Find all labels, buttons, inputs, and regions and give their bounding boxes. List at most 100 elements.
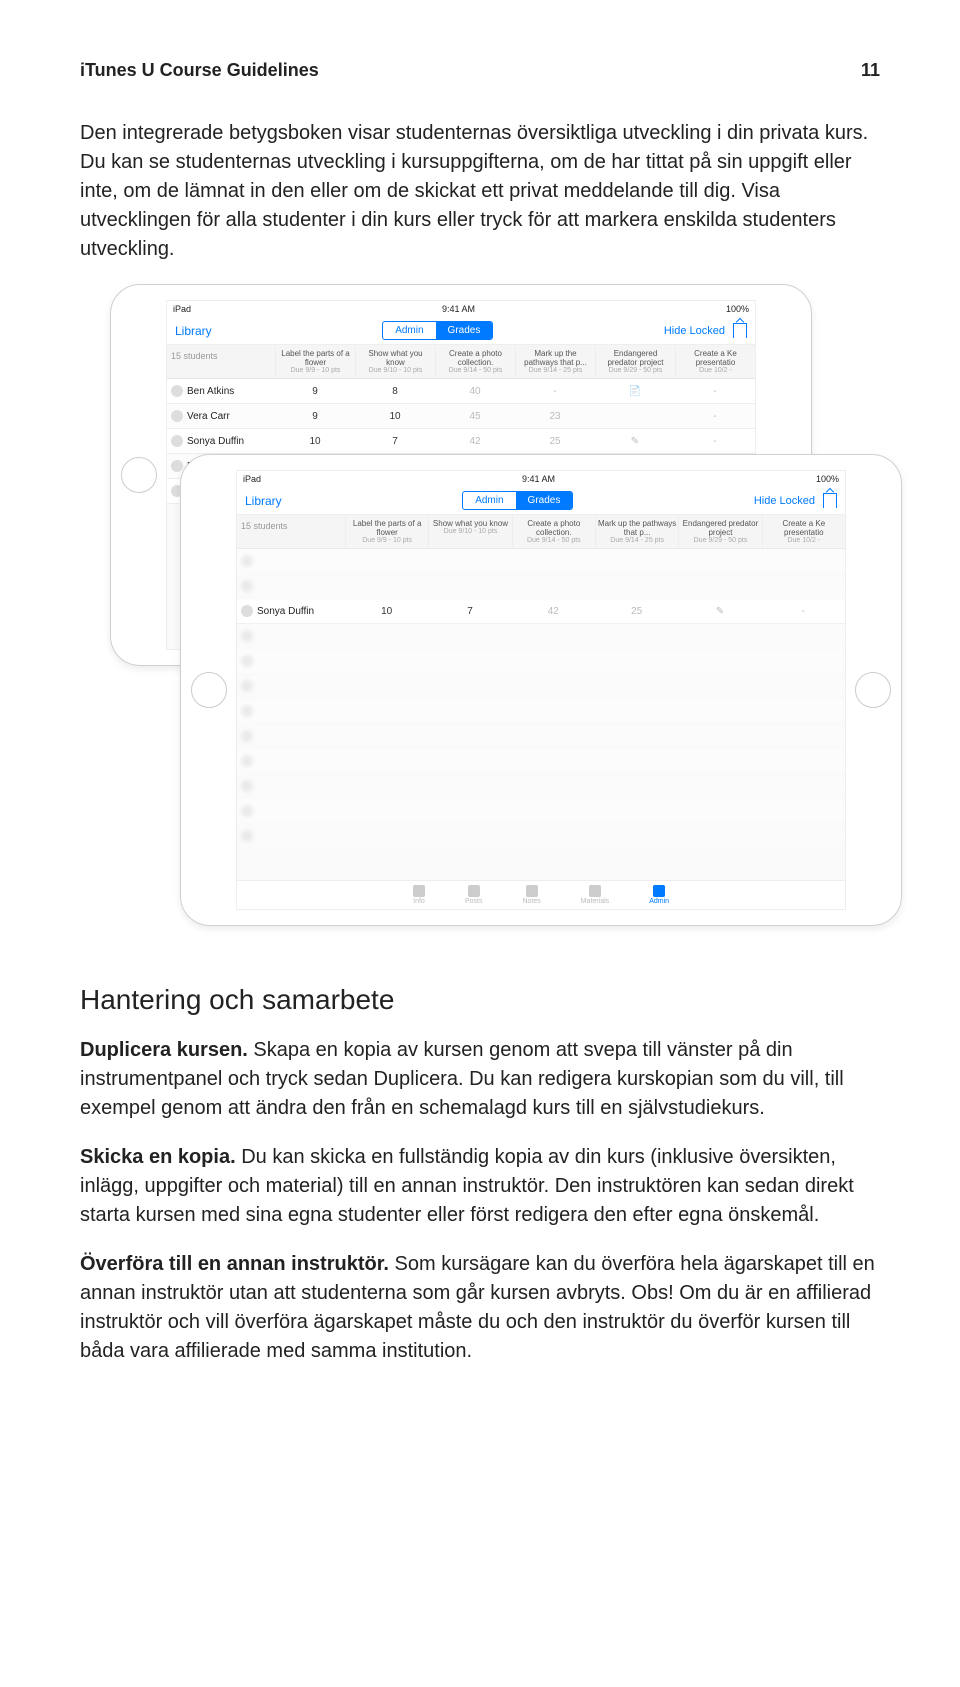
grade-cell: ✎ bbox=[595, 430, 675, 453]
grade-cell bbox=[512, 655, 595, 667]
grade-cell: 8 bbox=[355, 380, 435, 403]
grade-cell bbox=[345, 580, 428, 592]
seg-admin[interactable]: Admin bbox=[383, 322, 435, 339]
grade-cell: 10 bbox=[345, 600, 428, 623]
share-icon[interactable] bbox=[733, 323, 747, 338]
lead-transfer: Överföra till en annan instruktör. bbox=[80, 1253, 389, 1275]
grade-cell bbox=[512, 730, 595, 742]
page-number: 11 bbox=[861, 60, 880, 81]
grade-cell: 45 bbox=[435, 405, 515, 428]
grade-cell bbox=[345, 705, 428, 717]
grade-cell bbox=[428, 780, 511, 792]
grade-cell bbox=[595, 410, 675, 422]
grade-cell: - bbox=[675, 430, 755, 453]
table-row[interactable]: Sonya Duffin1074225✎- bbox=[237, 599, 845, 624]
section-heading: Hantering och samarbete bbox=[80, 984, 880, 1016]
grid-header: 15 students Label the parts of a flowerD… bbox=[237, 515, 845, 549]
grade-cell bbox=[512, 830, 595, 842]
grade-cell bbox=[678, 730, 761, 742]
grade-cell bbox=[762, 580, 845, 592]
table-row[interactable]: Vera Carr9104523- bbox=[167, 404, 755, 429]
avatar bbox=[171, 385, 183, 397]
grade-cell bbox=[428, 555, 511, 567]
grade-cell bbox=[678, 580, 761, 592]
grade-cell bbox=[595, 580, 678, 592]
table-row[interactable]: Ben Atkins9840-📄- bbox=[167, 379, 755, 404]
table-row[interactable] bbox=[237, 674, 845, 699]
tab-notes[interactable]: Notes bbox=[522, 885, 540, 905]
seg-grades[interactable]: Grades bbox=[436, 322, 493, 339]
library-link[interactable]: Library bbox=[245, 494, 282, 508]
grade-cell bbox=[762, 805, 845, 817]
grade-cell bbox=[345, 780, 428, 792]
segmented-control[interactable]: Admin Grades bbox=[382, 321, 493, 340]
grade-cell bbox=[345, 755, 428, 767]
grade-cell: 9 bbox=[275, 380, 355, 403]
table-row[interactable] bbox=[237, 824, 845, 849]
avatar bbox=[241, 755, 253, 767]
library-link[interactable]: Library bbox=[175, 324, 212, 338]
table-row[interactable] bbox=[237, 799, 845, 824]
student-name: Sonya Duffin bbox=[257, 606, 314, 617]
table-row[interactable] bbox=[237, 724, 845, 749]
table-row[interactable]: Sonya Duffin1074225✎- bbox=[167, 429, 755, 454]
segmented-control[interactable]: Admin Grades bbox=[462, 491, 573, 510]
grade-cell: 25 bbox=[595, 600, 678, 623]
grade-cell bbox=[762, 730, 845, 742]
grade-cell bbox=[595, 755, 678, 767]
grade-cell bbox=[678, 705, 761, 717]
grade-cell bbox=[345, 730, 428, 742]
grade-cell: 📄 bbox=[595, 380, 675, 403]
grade-cell bbox=[762, 755, 845, 767]
tab-info[interactable]: Info bbox=[413, 885, 425, 905]
hide-locked[interactable]: Hide Locked bbox=[664, 325, 725, 337]
paragraph-duplicate: Duplicera kursen. Skapa en kopia av kurs… bbox=[80, 1036, 880, 1123]
grade-cell bbox=[678, 805, 761, 817]
home-button[interactable] bbox=[855, 672, 891, 708]
grade-cell bbox=[428, 680, 511, 692]
grade-cell bbox=[345, 805, 428, 817]
table-row[interactable] bbox=[237, 774, 845, 799]
grade-cell: 42 bbox=[512, 600, 595, 623]
grade-cell bbox=[512, 755, 595, 767]
grade-cell: 40 bbox=[435, 380, 515, 403]
paragraph-send: Skicka en kopia. Du kan skicka en fullst… bbox=[80, 1143, 880, 1230]
doc-title: iTunes U Course Guidelines bbox=[80, 60, 319, 81]
table-row[interactable] bbox=[237, 649, 845, 674]
avatar bbox=[241, 830, 253, 842]
table-row[interactable] bbox=[237, 624, 845, 649]
camera-dot bbox=[191, 672, 227, 708]
student-name: Vera Carr bbox=[187, 411, 230, 422]
grid-header: 15 students Label the parts of a flowerD… bbox=[167, 345, 755, 379]
grade-cell bbox=[595, 805, 678, 817]
grade-cell bbox=[595, 780, 678, 792]
table-row[interactable] bbox=[237, 749, 845, 774]
hide-locked[interactable]: Hide Locked bbox=[754, 495, 815, 507]
avatar bbox=[241, 705, 253, 717]
avatar bbox=[241, 630, 253, 642]
grade-cell bbox=[762, 655, 845, 667]
grade-cell bbox=[595, 680, 678, 692]
status-bar: iPad 9:41 AM 100% bbox=[237, 471, 845, 487]
table-row[interactable] bbox=[237, 549, 845, 574]
grade-cell: 10 bbox=[275, 430, 355, 453]
bottom-toolbar: Info Posts Notes Materials Admin bbox=[237, 880, 845, 909]
grade-cell bbox=[512, 580, 595, 592]
grade-cell bbox=[345, 830, 428, 842]
grade-cell bbox=[762, 830, 845, 842]
grade-cell bbox=[762, 555, 845, 567]
avatar bbox=[241, 680, 253, 692]
tab-posts[interactable]: Posts bbox=[465, 885, 483, 905]
grade-cell: - bbox=[675, 405, 755, 428]
grade-cell bbox=[345, 630, 428, 642]
grade-cell: 23 bbox=[515, 405, 595, 428]
status-batt: 100% bbox=[726, 304, 749, 314]
share-icon[interactable] bbox=[823, 493, 837, 508]
avatar bbox=[241, 655, 253, 667]
tab-admin[interactable]: Admin bbox=[649, 885, 669, 905]
student-name: Sonya Duffin bbox=[187, 436, 244, 447]
table-row[interactable] bbox=[237, 699, 845, 724]
tab-materials[interactable]: Materials bbox=[581, 885, 609, 905]
table-row[interactable] bbox=[237, 574, 845, 599]
avatar bbox=[171, 410, 183, 422]
